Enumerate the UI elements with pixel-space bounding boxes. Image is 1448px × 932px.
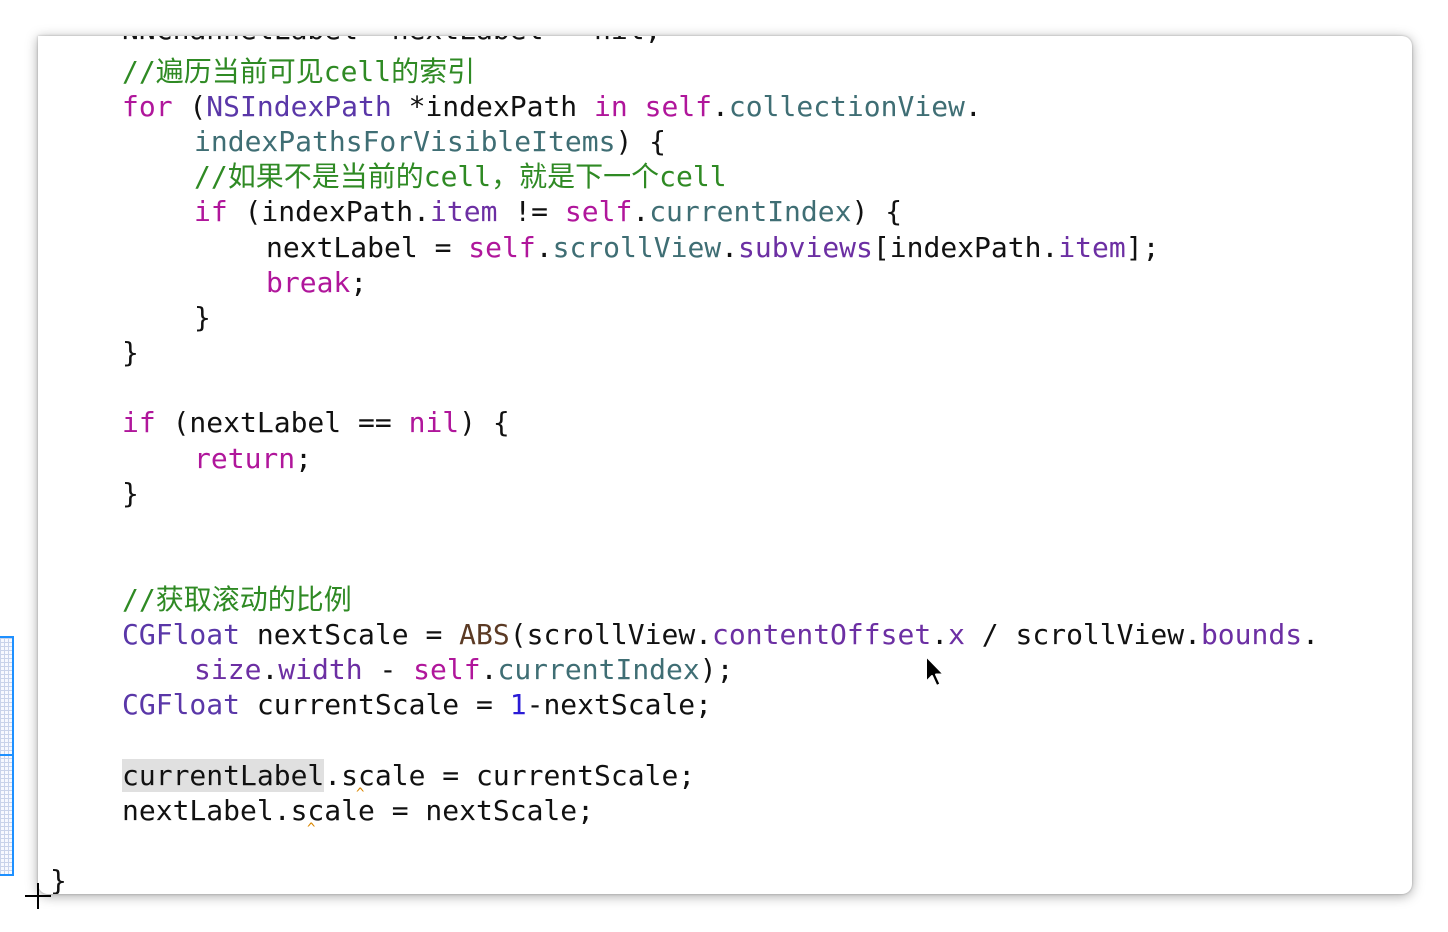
crosshair-icon <box>25 883 51 909</box>
keyword-token: self <box>468 231 536 264</box>
left-selection-marquee <box>0 636 14 876</box>
code-line-break-statement[interactable]: break; <box>266 265 367 300</box>
code-token: currentScale = <box>240 688 510 721</box>
type-token: NSIndexPath <box>206 90 392 123</box>
property-token: width <box>278 653 363 686</box>
arrow-pointer-icon <box>925 655 945 687</box>
identifier-token: currentIndex <box>497 653 700 686</box>
keyword-token: break <box>266 266 351 299</box>
property-token: x <box>948 618 965 651</box>
code-token: } <box>50 864 67 894</box>
code-token: } <box>194 301 211 334</box>
code-token: (nextLabel == <box>155 406 409 439</box>
keyword-token: if <box>194 195 228 228</box>
comment-token: //获取滚动的比例 <box>122 583 352 616</box>
code-line-assign-next-label[interactable]: nextLabel = self.scrollView.subviews[ind… <box>266 230 1159 265</box>
code-token: / scrollView. <box>964 618 1201 651</box>
code-line-next-scale-decl[interactable]: CGFloat nextScale = ABS(scrollView.conte… <box>122 617 1319 652</box>
keyword-token: nil <box>408 406 460 439</box>
code-line-current-label-scale[interactable]: currentLabel.scale = currentScale; <box>122 758 695 793</box>
keyword-token: self <box>564 195 633 228</box>
code-token: . <box>712 90 729 123</box>
keyword-token: in <box>594 90 628 123</box>
identifier-token: collectionView <box>728 90 965 123</box>
code-token: . <box>535 231 553 264</box>
code-line-close-if[interactable]: } <box>194 300 211 335</box>
keyword-token: if <box>122 406 156 439</box>
code-token: . <box>261 653 279 686</box>
code-token: .scale = currentScale; <box>324 759 696 792</box>
code-token: != <box>497 195 565 228</box>
code-token: ) { <box>851 195 903 228</box>
code-line-clipped-top[interactable]: NNChannelLabel *nextLabel = nil; <box>122 36 661 47</box>
code-token: nextScale = <box>240 618 460 651</box>
macro-token: ABS <box>459 618 510 651</box>
code-token: ) { <box>615 125 667 158</box>
comment-token: //遍历当前可见cell的索引 <box>122 55 476 88</box>
code-token: (scrollView. <box>509 618 713 651</box>
code-token: ; <box>350 266 368 299</box>
warning-caret-icon: ^ <box>356 786 365 802</box>
code-token: ( <box>172 90 207 123</box>
keyword-token: for <box>122 90 173 123</box>
code-token: (indexPath. <box>227 195 431 228</box>
identifier-token: currentIndex <box>649 195 852 228</box>
selection-divider <box>0 754 12 756</box>
property-token: bounds <box>1200 618 1303 651</box>
number-token: 1 <box>509 688 527 721</box>
code-line-current-scale-decl[interactable]: CGFloat currentScale = 1-nextScale; <box>122 687 712 722</box>
type-token: CGFloat <box>122 618 241 651</box>
code-line-close-method[interactable]: } <box>50 863 67 894</box>
code-area[interactable]: NNChannelLabel *nextLabel = nil; //遍历当前可… <box>38 36 1412 894</box>
property-token: item <box>1058 231 1126 264</box>
property-token: item <box>430 195 498 228</box>
code-line-comment-traverse[interactable]: //遍历当前可见cell的索引 <box>122 54 475 89</box>
code-token: -nextScale; <box>526 688 713 721</box>
property-token: size <box>194 653 262 686</box>
comment-token: //如果不是当前的cell，就是下一个cell <box>194 160 727 193</box>
code-token: ; <box>295 442 313 475</box>
code-token: } <box>122 477 139 510</box>
keyword-token: return <box>194 442 296 475</box>
type-token: CGFloat <box>122 688 241 721</box>
code-line-comment-next-cell[interactable]: //如果不是当前的cell，就是下一个cell <box>194 159 727 194</box>
code-token: . <box>721 231 739 264</box>
code-line-next-scale-decl-continued[interactable]: size.width - self.currentIndex); <box>194 652 733 687</box>
code-token: nextLabel = <box>266 231 469 264</box>
code-token: [indexPath. <box>872 231 1059 264</box>
code-token: ]; <box>1125 231 1160 264</box>
code-token: . <box>931 618 949 651</box>
property-token: subviews <box>738 231 873 264</box>
code-token: . <box>632 195 650 228</box>
code-token: ) { <box>459 406 510 439</box>
code-editor-window[interactable]: NNChannelLabel *nextLabel = nil; //遍历当前可… <box>38 36 1412 894</box>
property-token: contentOffset <box>712 618 932 651</box>
keyword-token: self <box>413 653 481 686</box>
code-token: *indexPath <box>391 90 595 123</box>
code-line-for-statement-continued[interactable]: indexPathsForVisibleItems) { <box>194 124 666 159</box>
code-token: . <box>480 653 498 686</box>
code-line-if-not-current[interactable]: if (indexPath.item != self.currentIndex)… <box>194 194 902 229</box>
code-token: ); <box>699 653 734 686</box>
code-token: - <box>362 653 414 686</box>
code-line-if-nil-check[interactable]: if (nextLabel == nil) { <box>122 405 510 440</box>
code-token: . <box>1302 618 1319 651</box>
warning-caret-icon: ^ <box>307 821 316 837</box>
highlighted-token: currentLabel <box>122 759 325 792</box>
code-line-for-statement[interactable]: for (NSIndexPath *indexPath in self.coll… <box>122 89 982 124</box>
code-line-return-statement[interactable]: return; <box>194 441 312 476</box>
keyword-token: self <box>644 90 713 123</box>
code-line-comment-scale-ratio[interactable]: //获取滚动的比例 <box>122 582 352 617</box>
identifier-token: indexPathsForVisibleItems <box>194 125 616 158</box>
identifier-token: scrollView <box>552 231 722 264</box>
code-line-close-for[interactable]: } <box>122 335 139 370</box>
code-token: . <box>964 90 982 123</box>
code-token: } <box>122 336 139 369</box>
code-line-close-if-nil[interactable]: } <box>122 476 139 511</box>
